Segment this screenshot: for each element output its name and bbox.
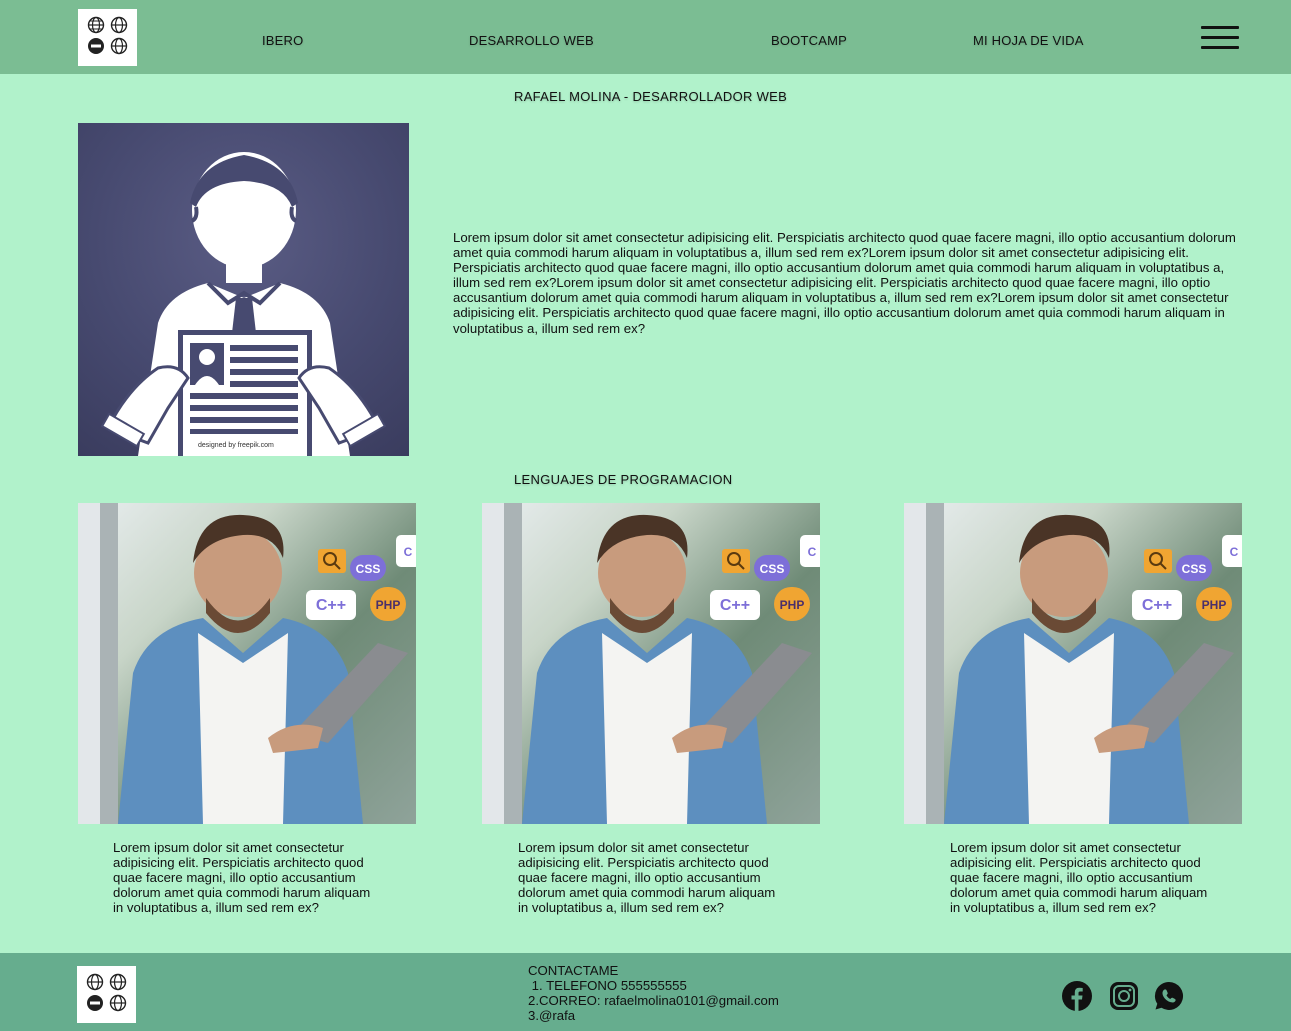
whatsapp-icon[interactable] bbox=[1154, 981, 1184, 1011]
site-header: IBERO DESARROLLO WEB BOOTCAMP MI HOJA DE… bbox=[0, 0, 1291, 74]
language-badge: PHP bbox=[1196, 587, 1232, 621]
facebook-icon[interactable] bbox=[1062, 981, 1092, 1011]
language-badge: PHP bbox=[370, 587, 406, 621]
contact-block: CONTACTAME 1. TELEFONO 555555555 2.CORRE… bbox=[528, 963, 779, 1023]
globe-icon bbox=[85, 15, 107, 35]
language-card-text: Lorem ipsum dolor sit amet consectetur a… bbox=[113, 840, 371, 916]
language-card-text: Lorem ipsum dolor sit amet consectetur a… bbox=[518, 840, 776, 916]
bio-text: Lorem ipsum dolor sit amet consectetur a… bbox=[453, 230, 1236, 336]
language-badge: CSS bbox=[1176, 555, 1212, 581]
language-badge-label: PHP bbox=[376, 598, 401, 612]
language-badge: C++ bbox=[710, 590, 760, 620]
globe-icon bbox=[84, 972, 106, 992]
nav-item-bootcamp[interactable]: BOOTCAMP bbox=[771, 33, 847, 48]
page-title: RAFAEL MOLINA - DESARROLLADOR WEB bbox=[514, 89, 788, 104]
language-badge: CSS bbox=[350, 555, 386, 581]
language-badge-label: CSS bbox=[760, 562, 785, 576]
search-icon bbox=[318, 549, 346, 573]
footer-logo[interactable] bbox=[77, 966, 136, 1023]
site-footer: CONTACTAME 1. TELEFONO 555555555 2.CORRE… bbox=[0, 953, 1291, 1031]
language-badge: C bbox=[800, 535, 820, 567]
globe-icon bbox=[109, 15, 131, 35]
hamburger-line bbox=[1201, 36, 1239, 39]
language-badge: PHP bbox=[774, 587, 810, 621]
globe-icon bbox=[108, 994, 130, 1014]
language-badge-label: PHP bbox=[780, 598, 805, 612]
hamburger-line bbox=[1201, 26, 1239, 29]
language-badge: C++ bbox=[1132, 590, 1182, 620]
contact-handle[interactable]: 3.@rafa bbox=[528, 1008, 779, 1023]
nav-item-mi-hoja-de-vida[interactable]: MI HOJA DE VIDA bbox=[973, 33, 1084, 48]
languages-title: LENGUAJES DE PROGRAMACION bbox=[514, 472, 733, 487]
search-icon bbox=[1144, 549, 1172, 573]
developer-with-tablet-illustration: CSS C++ PHP C bbox=[904, 503, 1242, 824]
language-badge-label: C bbox=[404, 545, 413, 559]
language-card-image: CSS C++ PHP C bbox=[482, 503, 820, 824]
language-badge-label: C bbox=[1230, 545, 1239, 559]
language-badge-label: C++ bbox=[316, 597, 346, 614]
language-badge: CSS bbox=[754, 555, 790, 581]
developer-with-tablet-illustration: CSS C++ PHP C bbox=[482, 503, 820, 824]
language-badge-label: CSS bbox=[1182, 562, 1207, 576]
language-badge: C bbox=[1222, 535, 1242, 567]
header-logo[interactable] bbox=[78, 9, 137, 66]
globe-icon bbox=[108, 972, 130, 992]
hamburger-icon[interactable] bbox=[1201, 26, 1239, 50]
hamburger-line bbox=[1201, 46, 1239, 49]
developer-with-tablet-illustration: CSS C++ PHP C bbox=[78, 503, 416, 824]
svg-text:designed by freepik.com: designed by freepik.com bbox=[198, 442, 274, 449]
language-card-image: CSS C++ PHP C bbox=[904, 503, 1242, 824]
language-badge: C++ bbox=[306, 590, 356, 620]
nav-item-desarrollo-web[interactable]: DESARROLLO WEB bbox=[469, 33, 594, 48]
language-badge-label: C bbox=[808, 545, 817, 559]
language-badge-label: C++ bbox=[1142, 597, 1172, 614]
language-badge: C bbox=[396, 535, 416, 567]
profile-image: designed by freepik.com bbox=[78, 123, 409, 456]
language-badge-label: CSS bbox=[356, 562, 381, 576]
nav-item-ibero[interactable]: IBERO bbox=[262, 33, 303, 48]
badge-icon bbox=[85, 37, 107, 57]
language-card-image: CSS C++ PHP C bbox=[78, 503, 416, 824]
badge-icon bbox=[84, 994, 106, 1014]
contact-title: CONTACTAME bbox=[528, 963, 619, 978]
instagram-icon[interactable] bbox=[1109, 981, 1139, 1011]
language-badge-label: C++ bbox=[720, 597, 750, 614]
globe-icon bbox=[109, 37, 131, 57]
language-card-text: Lorem ipsum dolor sit amet consectetur a… bbox=[950, 840, 1208, 916]
language-badge-label: PHP bbox=[1202, 598, 1227, 612]
person-holding-resume-icon: designed by freepik.com bbox=[100, 152, 387, 456]
contact-email[interactable]: 2.CORREO: rafaelmolina0101@gmail.com bbox=[528, 993, 779, 1008]
search-icon bbox=[722, 549, 750, 573]
contact-phone: 1. TELEFONO 555555555 bbox=[528, 978, 687, 994]
